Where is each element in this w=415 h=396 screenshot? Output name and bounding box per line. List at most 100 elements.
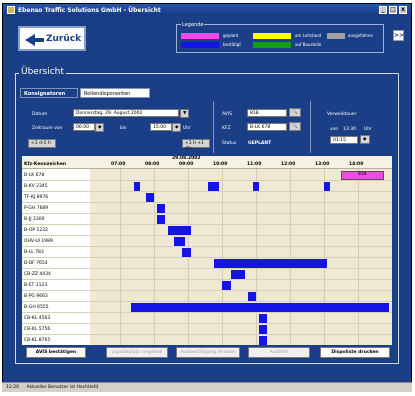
to-time-spinner-icon[interactable]: ◆ xyxy=(172,123,181,132)
gantt-date: 29.08.2002 xyxy=(172,156,201,161)
prev-day-button[interactable]: <1 d-1 h xyxy=(28,139,56,148)
tab-konsignatoren[interactable]: Konsignatoren xyxy=(20,88,78,98)
action-button[interactable]: Dispoliste drucken xyxy=(320,347,390,358)
avis-field[interactable]: 818 xyxy=(247,109,287,117)
row-plate-label[interactable]: B-GH 6555 xyxy=(24,305,49,310)
schedule-bar-confirmed[interactable] xyxy=(145,193,154,202)
row-plate-label[interactable]: B-KV 2345 xyxy=(24,184,48,189)
row-plate-label[interactable]: P-GH 7689 xyxy=(24,206,48,211)
row-gridline xyxy=(22,257,392,258)
from-time-spinner-icon[interactable]: ◆ xyxy=(95,123,104,132)
date-dropdown-icon[interactable]: ▼ xyxy=(180,109,189,118)
row-plate-label[interactable]: CB-KL 4563 xyxy=(24,316,50,321)
to-time-field[interactable]: 15:00 xyxy=(150,123,172,131)
hour-tick-label: 14:00 xyxy=(349,162,364,167)
next-page-button[interactable]: >> xyxy=(393,30,404,41)
verweildauer-spinner-icon[interactable]: ◆ xyxy=(360,135,370,144)
schedule-bar-confirmed[interactable] xyxy=(156,204,166,213)
row-plate-label[interactable]: B-OP 1232 xyxy=(24,228,48,233)
hour-tick-label: 11:00 xyxy=(247,162,262,167)
hour-tick-label: 08:00 xyxy=(145,162,160,167)
row-gridline xyxy=(22,323,392,324)
schedule-bar-confirmed[interactable] xyxy=(222,281,231,290)
legend-swatch-ausgefahren xyxy=(327,33,345,39)
row-plate-label[interactable]: CB-KL 8765 xyxy=(24,338,50,343)
row-gridline xyxy=(22,235,392,236)
form-separator-1 xyxy=(213,101,214,153)
row-plate-label[interactable]: B-JJ 2300 xyxy=(24,217,45,222)
schedule-bar-planned[interactable]: 818 xyxy=(341,171,384,180)
status-time: 12:20 xyxy=(6,385,19,390)
legend: Legende geplant am Leitstand ausgefahren… xyxy=(176,22,384,53)
row-plate-label[interactable]: B-PG 9663 xyxy=(24,294,48,299)
tab-rollendisponenten[interactable]: Rollendisponenten xyxy=(80,88,150,98)
row-plate-label[interactable]: B-LL 783 xyxy=(24,250,44,255)
schedule-bar-confirmed[interactable] xyxy=(258,325,268,334)
kfz-search-icon[interactable]: 🔍 xyxy=(289,122,301,131)
legend-swatch-baustelle xyxy=(253,42,291,48)
row-gridline xyxy=(22,180,392,181)
date-field[interactable]: Donnerstag, 29. August 2002 xyxy=(73,109,179,117)
row-plate-label[interactable]: CB-KL 5756 xyxy=(24,327,50,332)
back-button[interactable]: Zurück xyxy=(18,26,86,51)
kfz-label: KFZ xyxy=(222,126,231,131)
verweildauer-field[interactable]: 01:15 xyxy=(330,136,358,144)
gantt-chart: 29.08.2002 Kfz-Kennzeichen 07:00 08:00 09:… xyxy=(22,156,392,345)
row-gridline xyxy=(22,301,392,302)
row-plate-label[interactable]: B-LK 678 xyxy=(24,173,44,178)
schedule-bar-confirmed[interactable] xyxy=(168,226,191,235)
legend-label-ausgefahren: ausgefahren xyxy=(348,33,374,38)
action-button[interactable]: AVIS bestätigen xyxy=(26,347,86,358)
from-time-field[interactable]: 06:00 xyxy=(73,123,95,131)
row-plate-label[interactable]: B-ET 1123 xyxy=(24,283,47,288)
action-button[interactable]: Logistikplatz vergeben xyxy=(106,347,168,358)
row-plate-label[interactable]: B-DF 7654 xyxy=(24,261,48,266)
row-gridline xyxy=(22,334,392,335)
schedule-bar-confirmed[interactable] xyxy=(230,270,245,279)
verweildauer-time: 13:30 xyxy=(343,127,356,132)
form-separator-2 xyxy=(310,101,311,153)
schedule-bar-confirmed[interactable] xyxy=(253,182,259,191)
kfz-field[interactable]: B-LK 678 xyxy=(247,123,287,131)
date-label: Datum xyxy=(32,112,48,117)
row-plate-label[interactable]: OHV-UI 1989 xyxy=(24,239,53,244)
schedule-bar-confirmed[interactable] xyxy=(173,237,186,246)
schedule-bar-confirmed[interactable] xyxy=(131,303,390,312)
schedule-bar-confirmed[interactable] xyxy=(258,314,268,323)
next-day-button[interactable]: +1 h +1 d> xyxy=(182,139,210,151)
row-plate-label[interactable]: TF-KJ 8976 xyxy=(24,195,48,200)
hour-tick-label: 07:00 xyxy=(111,162,126,167)
legend-label-leitstand: am Leitstand xyxy=(295,33,322,38)
schedule-bar-confirmed[interactable] xyxy=(134,182,140,191)
row-plate-label[interactable]: CB-ZZ 4434 xyxy=(24,272,51,277)
maximize-button[interactable]: □ xyxy=(389,6,397,14)
hour-tick-label: 09:00 xyxy=(179,162,194,167)
schedule-bar-confirmed[interactable] xyxy=(258,336,268,345)
legend-label-geplant: geplant xyxy=(223,33,239,38)
schedule-bar-confirmed[interactable] xyxy=(247,292,256,301)
action-button[interactable]: Ausfahrt xyxy=(248,347,310,358)
overview-title: Übersicht xyxy=(19,67,66,77)
action-button[interactable]: Avisbestätigung drucken xyxy=(176,347,240,358)
schedule-bar-confirmed[interactable] xyxy=(213,259,327,268)
gantt-header: 29.08.2002 Kfz-Kennzeichen 07:00 08:00 09:… xyxy=(22,156,392,169)
row-gridline xyxy=(22,279,392,280)
legend-label-baustelle: auf Baustelle xyxy=(295,42,322,47)
schedule-bar-confirmed[interactable] xyxy=(324,182,330,191)
status-value: GEPLANT xyxy=(248,141,272,146)
row-gridline xyxy=(22,290,392,291)
to-label: bis xyxy=(120,126,127,131)
avis-search-icon[interactable]: 🔍 xyxy=(289,108,301,117)
minimize-button[interactable]: _ xyxy=(379,6,387,14)
legend-swatch-bestaetigt xyxy=(181,42,219,48)
row-gridline xyxy=(22,224,392,225)
schedule-bar-confirmed[interactable] xyxy=(182,248,191,257)
window-title: Ebenso Traffic Solutions GmbH - Übersich… xyxy=(18,7,161,14)
close-button[interactable]: x xyxy=(399,6,407,14)
hour-tick-label: 13:00 xyxy=(315,162,330,167)
schedule-bar-confirmed[interactable] xyxy=(207,182,220,191)
legend-title: Legende xyxy=(181,22,205,28)
row-gridline xyxy=(22,202,392,203)
schedule-bar-confirmed[interactable] xyxy=(156,215,166,224)
plate-column-header: Kfz-Kennzeichen xyxy=(24,162,67,167)
